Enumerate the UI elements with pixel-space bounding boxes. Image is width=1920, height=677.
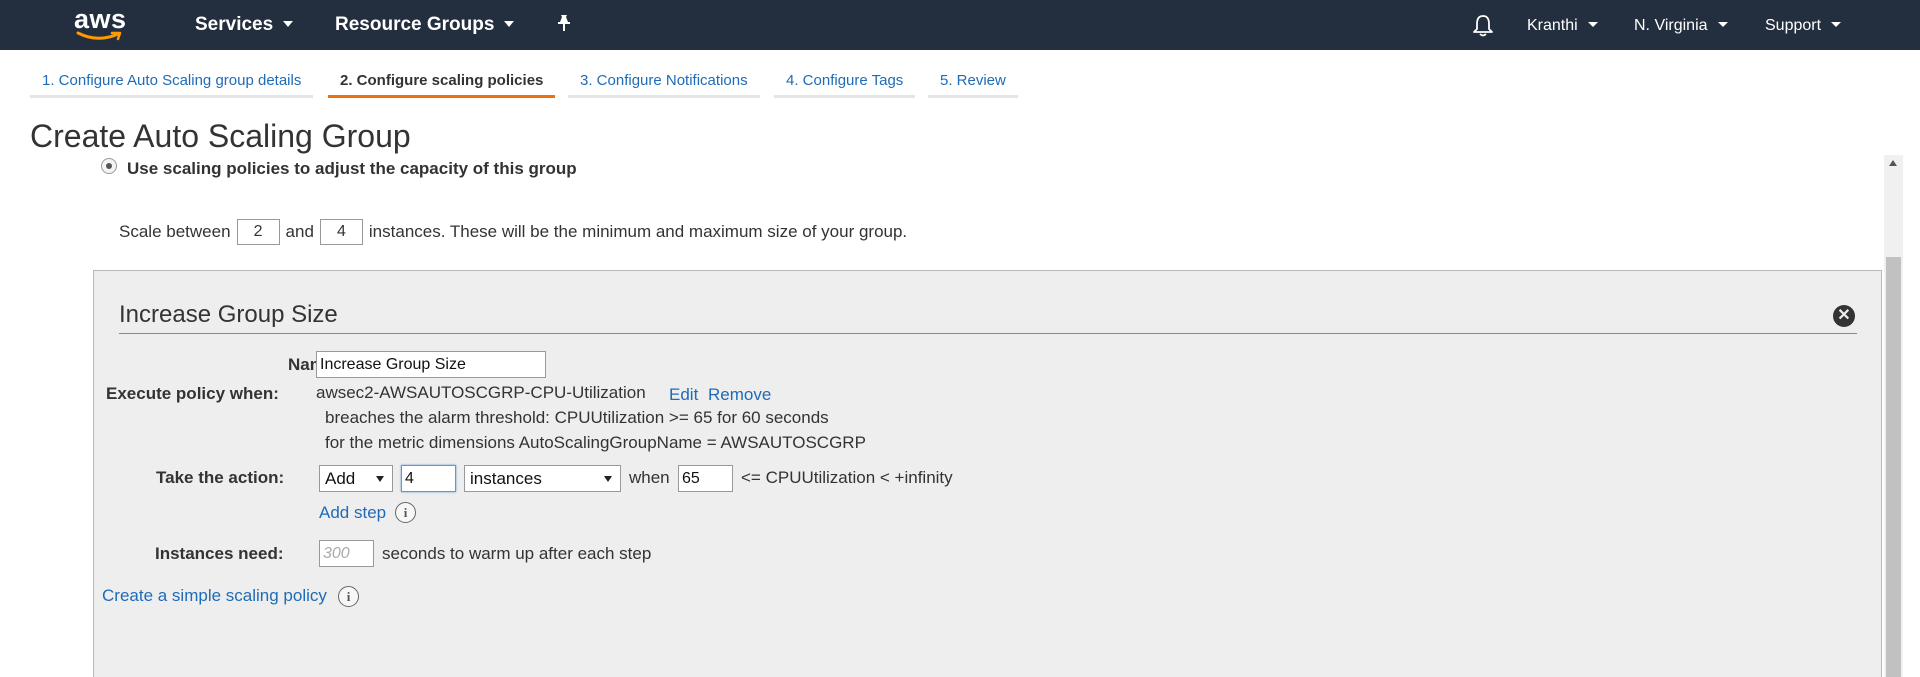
pin-icon[interactable] bbox=[556, 14, 572, 37]
warmup-text: seconds to warm up after each step bbox=[382, 544, 652, 563]
scale-suffix-text: instances. These will be the minimum and… bbox=[368, 222, 908, 241]
max-size-input[interactable]: 4 bbox=[319, 219, 363, 245]
scaling-policies-radio-label[interactable]: Use scaling policies to adjust the capac… bbox=[127, 159, 577, 179]
user-menu[interactable]: Kranthi bbox=[1527, 17, 1598, 35]
chevron-down-icon bbox=[283, 20, 294, 27]
page-title: Create Auto Scaling Group bbox=[30, 118, 411, 154]
action-unit-value: instances bbox=[470, 469, 542, 488]
chevron-down-icon bbox=[1717, 22, 1728, 28]
chevron-down-icon bbox=[1587, 22, 1598, 28]
wizard-step-4[interactable]: 4. Configure Tags bbox=[774, 63, 916, 98]
execute-policy-label: Execute policy when: bbox=[106, 384, 279, 403]
wizard-step-2[interactable]: 2. Configure scaling policies bbox=[328, 63, 556, 98]
take-action-label: Take the action: bbox=[156, 468, 285, 487]
alarm-name: awsec2-AWSAUTOSCGRP-CPU-Utilization bbox=[316, 383, 646, 402]
threshold-input[interactable]: 65 bbox=[678, 465, 733, 492]
create-simple-policy-link[interactable]: Create a simple scaling policy bbox=[102, 586, 327, 606]
condition-text: <= CPUUtilization < +infinity bbox=[741, 468, 953, 487]
chevron-down-icon bbox=[376, 476, 384, 482]
increase-group-size-panel: Increase Group Size ✕ Name: Increase Gro… bbox=[93, 270, 1882, 677]
warmup-input[interactable]: 300 bbox=[319, 540, 374, 567]
bell-icon[interactable] bbox=[1472, 13, 1494, 42]
when-text: when bbox=[629, 468, 670, 487]
add-step-link[interactable]: Add step bbox=[319, 503, 386, 523]
min-size-input[interactable]: 2 bbox=[236, 219, 280, 245]
support-menu[interactable]: Support bbox=[1765, 17, 1842, 35]
scale-prefix-text: Scale between bbox=[119, 222, 231, 241]
services-label: Services bbox=[195, 14, 274, 35]
top-navigation-bar: aws Services Resource Groups Kranthi N. … bbox=[0, 0, 1920, 50]
close-icon[interactable]: ✕ bbox=[1833, 305, 1855, 327]
divider bbox=[119, 333, 1857, 334]
scrollbar-thumb[interactable] bbox=[1886, 257, 1901, 677]
policy-name-input[interactable]: Increase Group Size bbox=[316, 351, 546, 378]
region-menu[interactable]: N. Virginia bbox=[1634, 17, 1728, 35]
edit-alarm-link[interactable]: Edit bbox=[669, 385, 698, 405]
scaling-policies-radio[interactable] bbox=[101, 158, 117, 174]
aws-smile-icon bbox=[76, 31, 122, 41]
policy-title: Increase Group Size bbox=[119, 301, 338, 328]
support-label: Support bbox=[1765, 17, 1822, 34]
scroll-up-arrow-icon[interactable] bbox=[1889, 160, 1897, 166]
chevron-down-icon bbox=[604, 476, 612, 482]
resource-groups-menu[interactable]: Resource Groups bbox=[335, 14, 515, 36]
wizard-step-1[interactable]: 1. Configure Auto Scaling group details bbox=[30, 63, 314, 98]
user-label: Kranthi bbox=[1527, 17, 1578, 34]
action-unit-select[interactable]: instances bbox=[464, 465, 621, 492]
chevron-down-icon bbox=[504, 20, 515, 27]
resource-groups-label: Resource Groups bbox=[335, 14, 495, 35]
wizard-step-3[interactable]: 3. Configure Notifications bbox=[568, 63, 760, 98]
info-icon[interactable]: i bbox=[338, 586, 359, 607]
alarm-breach-text: breaches the alarm threshold: CPUUtiliza… bbox=[325, 408, 829, 427]
scale-range-row: Scale between 2 and 4 instances. These w… bbox=[119, 219, 907, 245]
action-type-value: Add bbox=[325, 469, 356, 488]
wizard-step-5[interactable]: 5. Review bbox=[928, 63, 1018, 98]
instances-need-label: Instances need: bbox=[155, 544, 284, 563]
region-label: N. Virginia bbox=[1634, 17, 1708, 34]
and-text: and bbox=[285, 222, 314, 241]
vertical-scrollbar[interactable] bbox=[1884, 155, 1903, 677]
chevron-down-icon bbox=[1831, 22, 1842, 28]
remove-alarm-link[interactable]: Remove bbox=[708, 385, 771, 405]
services-menu[interactable]: Services bbox=[195, 14, 294, 36]
info-icon[interactable]: i bbox=[395, 502, 416, 523]
aws-logo[interactable]: aws bbox=[72, 4, 132, 44]
action-type-select[interactable]: Add bbox=[319, 465, 393, 492]
alarm-dimension-text: for the metric dimensions AutoScalingGro… bbox=[325, 433, 866, 452]
action-amount-input[interactable]: 4 bbox=[401, 465, 456, 492]
scaling-content: Use scaling policies to adjust the capac… bbox=[0, 155, 1920, 677]
